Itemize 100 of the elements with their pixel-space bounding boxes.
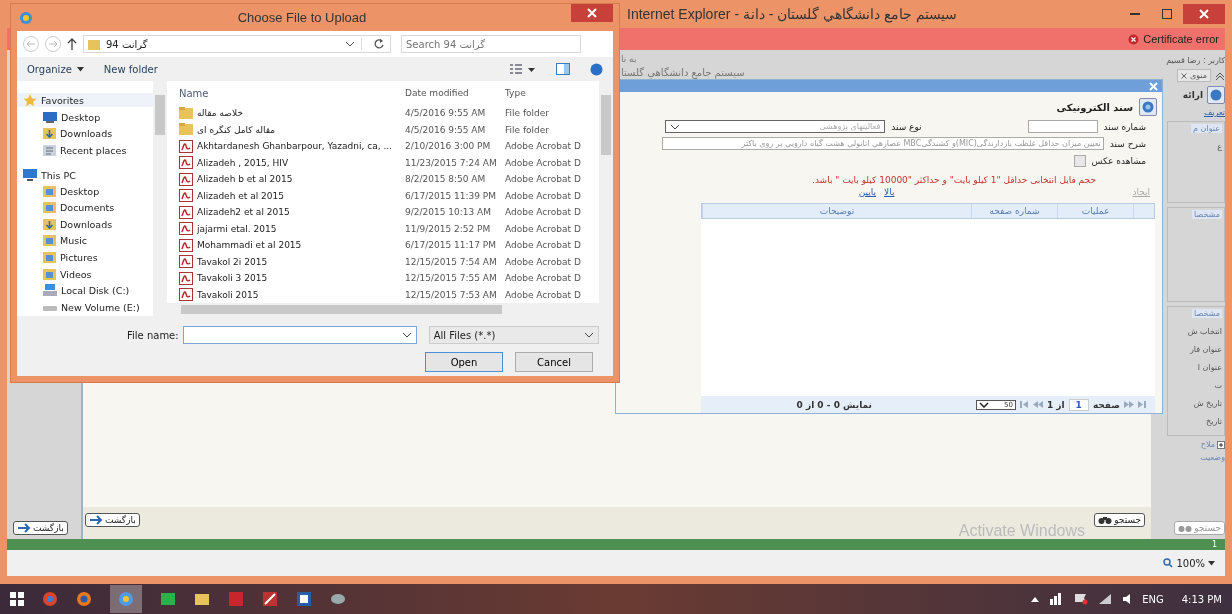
file-row[interactable]: Tavakol 2i 2015 12/15/2015 7:54 AM Adobe Acrobat D bbox=[167, 253, 599, 270]
word-processor-icon[interactable] bbox=[296, 591, 312, 607]
path-segment[interactable]: گرانت 94 bbox=[106, 38, 148, 50]
file-name: Alizadeh b et al 2015 bbox=[197, 174, 293, 185]
pdf-icon bbox=[179, 172, 193, 186]
new-folder-button[interactable]: New folder bbox=[103, 63, 158, 75]
file-row[interactable]: Akhtardanesh Ghanbarpour, Yazadni, ca, ... 2/10/2016 3:00 PM Adobe Acrobat D bbox=[167, 138, 599, 155]
date-cell-text: 9/2/2015 10:13 AM bbox=[405, 207, 492, 218]
field-label: عنوان فار bbox=[1189, 345, 1222, 354]
document-number-field[interactable] bbox=[1027, 120, 1098, 133]
action-link[interactable]: بالا bbox=[884, 187, 895, 197]
tray-expand-icon[interactable] bbox=[1030, 595, 1041, 603]
flag-icon[interactable] bbox=[1074, 593, 1089, 605]
column-header[interactable]: Type bbox=[505, 88, 599, 98]
nav-item[interactable]: Desktop bbox=[17, 182, 153, 200]
presentation-icon[interactable] bbox=[262, 591, 278, 607]
nav-item[interactable]: New Volume (E:) bbox=[17, 299, 153, 316]
start-icon[interactable] bbox=[10, 592, 24, 606]
menu-tab[interactable]: منوی bbox=[1176, 69, 1211, 82]
column-header[interactable]: شماره صفحه bbox=[971, 204, 1057, 218]
browser-taskbar-button[interactable] bbox=[110, 585, 142, 613]
search-button[interactable]: جستجو bbox=[1094, 513, 1145, 527]
field-label: عنوان ا bbox=[1197, 363, 1222, 372]
date-cell-text: 12/15/2015 7:54 AM bbox=[405, 256, 498, 267]
back-button[interactable]: بازگشت bbox=[13, 521, 68, 535]
help-icon[interactable] bbox=[590, 62, 603, 76]
column-header[interactable]: Date modified bbox=[405, 88, 505, 98]
type-cell-text: File folder bbox=[505, 108, 551, 119]
file-type-select[interactable]: All Files (*.*) bbox=[428, 326, 599, 344]
close-icon[interactable] bbox=[1180, 72, 1187, 79]
file-row[interactable]: Alizadeh b et al 2015 8/2/2015 8:50 AM Adobe Acrobat D bbox=[167, 171, 599, 188]
page-number-field[interactable]: 1 bbox=[1068, 398, 1089, 411]
photo-checkbox[interactable] bbox=[1073, 154, 1086, 167]
clock[interactable]: 4:13 PM bbox=[1181, 593, 1222, 605]
help-icon[interactable] bbox=[1139, 98, 1157, 116]
store-icon[interactable] bbox=[160, 591, 176, 607]
back-button[interactable]: بازگشت bbox=[85, 513, 140, 527]
language-indicator[interactable]: ENG bbox=[1142, 593, 1164, 605]
view-options-icon[interactable] bbox=[510, 63, 536, 75]
caret-icon bbox=[76, 66, 84, 72]
date-cell-text: 4/5/2016 9:55 AM bbox=[405, 124, 487, 135]
file-row[interactable]: Tavakoli 2015 12/15/2015 7:53 AM Adobe Acrobat D bbox=[167, 286, 599, 303]
column-header[interactable]: توضیحات bbox=[702, 204, 971, 218]
speaker-icon[interactable] bbox=[1122, 593, 1133, 605]
file-name: Alizadeh , 2015, HIV bbox=[197, 157, 289, 168]
up-arrow-icon[interactable] bbox=[67, 38, 77, 50]
nav-item[interactable]: Local Disk (C:) bbox=[17, 282, 153, 300]
nav-item[interactable]: Downloads bbox=[17, 216, 153, 233]
type-cell-text: Adobe Acrobat D bbox=[505, 240, 582, 251]
file-row[interactable]: Alizadeh , 2015, HIV 11/23/2015 7:24 AM Adobe Acrobat D bbox=[167, 154, 599, 171]
column-header[interactable]: Name bbox=[167, 87, 405, 99]
action-link[interactable]: پایین bbox=[858, 187, 877, 197]
folder-icon bbox=[43, 267, 56, 281]
field-label: انتخاب ش bbox=[1187, 327, 1222, 336]
nav-item[interactable]: Videos bbox=[17, 265, 153, 283]
file-name: Akhtardanesh Ghanbarpour, Yazadni, ca, ... bbox=[197, 141, 392, 152]
file-row[interactable]: jajarmi etal. 2015 11/9/2015 2:52 PM Adobe Acrobat D bbox=[167, 220, 599, 237]
paint-icon[interactable] bbox=[330, 591, 346, 607]
certificate-error-button[interactable]: Certificate error bbox=[1128, 33, 1219, 45]
file-name-field[interactable] bbox=[182, 326, 417, 344]
column-header[interactable]: عملیات bbox=[1057, 204, 1133, 218]
system-title: سیستم جامع دانشگاهي گلستا bbox=[621, 67, 745, 78]
page-count: از 1 bbox=[1046, 399, 1065, 410]
file-row[interactable]: Alizadeh et al 2015 6/17/2015 11:39 PM Adobe Acrobat D bbox=[167, 187, 599, 204]
open-button[interactable]: Open bbox=[425, 352, 503, 372]
type-cell-text: Adobe Acrobat D bbox=[505, 174, 582, 185]
nav-item[interactable]: Desktop bbox=[17, 109, 153, 126]
nav-group[interactable]: This PC bbox=[17, 168, 153, 183]
signal-icon[interactable] bbox=[1098, 593, 1113, 605]
search-field[interactable]: Search گرانت 94 bbox=[401, 35, 581, 53]
organize-menu[interactable]: Organize bbox=[27, 63, 84, 75]
pdf-icon bbox=[179, 288, 193, 302]
record-summary: نمایش 0 - 0 از 0 bbox=[796, 399, 872, 410]
file-row[interactable]: Tavakoli 3 2015 12/15/2015 7:55 AM Adobe Acrobat D bbox=[167, 270, 599, 287]
type-cell-text: Adobe Acrobat D bbox=[505, 157, 582, 168]
chrome-icon[interactable] bbox=[42, 591, 58, 607]
file-row[interactable]: Alizadeh2 et al 2015 9/2/2015 10:13 AM Adobe Acrobat D bbox=[167, 204, 599, 221]
nav-item[interactable]: Music bbox=[17, 232, 153, 250]
firefox-icon[interactable] bbox=[76, 591, 92, 607]
nav-item[interactable]: Recent places bbox=[17, 142, 153, 159]
chevron-icon[interactable] bbox=[401, 332, 412, 338]
file-explorer-icon[interactable] bbox=[194, 591, 210, 607]
type-cell-text: Adobe Acrobat D bbox=[505, 223, 582, 234]
sidebar-link[interactable]: تعریف bbox=[1204, 108, 1225, 117]
refresh-icon[interactable] bbox=[361, 38, 386, 50]
cancel-button[interactable]: Cancel bbox=[515, 352, 593, 372]
nav-item[interactable]: Documents bbox=[17, 199, 153, 216]
zoom-control[interactable]: 100% bbox=[1163, 557, 1215, 569]
address-bar[interactable]: گرانت 94 bbox=[83, 35, 391, 53]
chevron-icon[interactable] bbox=[345, 41, 355, 47]
close-button[interactable] bbox=[1183, 4, 1225, 24]
preview-pane-icon[interactable] bbox=[556, 63, 570, 75]
date-cell-text: 8/2/2015 8:50 AM bbox=[405, 174, 487, 185]
nav-item[interactable]: Pictures bbox=[17, 249, 153, 266]
nav-item[interactable]: Downloads bbox=[17, 125, 153, 143]
collapse-icon[interactable] bbox=[1215, 70, 1225, 81]
nav-group[interactable]: Favorites bbox=[17, 93, 153, 107]
file-row[interactable]: Mohammadi et al 2015 6/17/2015 11:17 PM Adobe Acrobat D bbox=[167, 237, 599, 254]
close-button[interactable] bbox=[571, 4, 613, 22]
help-icon[interactable] bbox=[1207, 86, 1225, 104]
